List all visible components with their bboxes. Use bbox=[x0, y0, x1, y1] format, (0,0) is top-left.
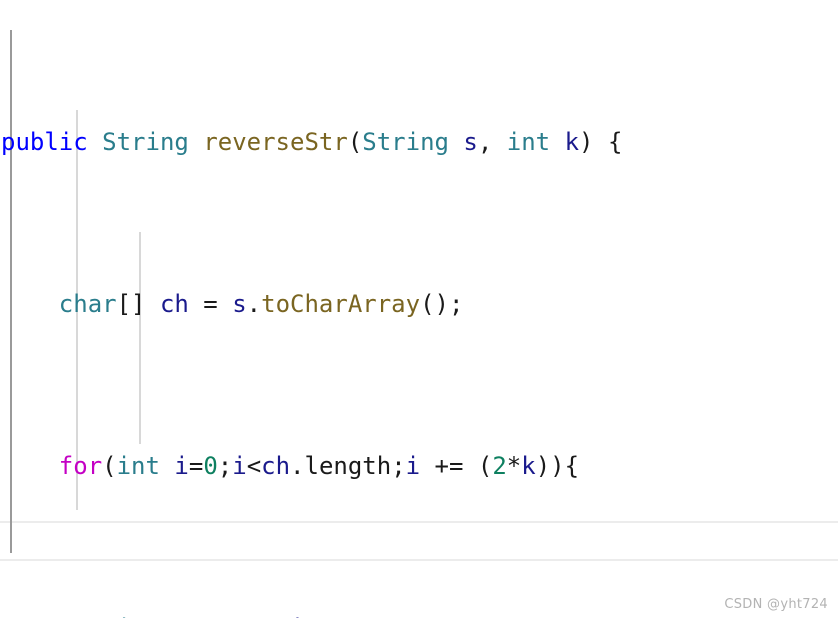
token-var-ch: ch bbox=[261, 451, 291, 480]
token-close-brace: )){ bbox=[535, 451, 580, 480]
token-var-i: i bbox=[405, 451, 421, 480]
token-var-ch: ch bbox=[159, 289, 189, 318]
token-var-s: s bbox=[232, 289, 247, 318]
token-var-i: i bbox=[232, 451, 247, 480]
token-type-int: int bbox=[506, 127, 551, 156]
token-assign: = bbox=[188, 289, 233, 318]
code-line-3[interactable]: for(int i=0;i<ch.length;i += (2*k)){ bbox=[0, 446, 838, 487]
token-type-int: int bbox=[117, 614, 160, 618]
code-editor-canvas: public String reverseStr(String s, int k… bbox=[0, 0, 838, 618]
code-line-2[interactable]: char[] ch = s.toCharArray(); bbox=[0, 284, 838, 325]
token-paren-open: ( bbox=[347, 127, 363, 156]
token-type-string-param: String bbox=[362, 127, 449, 156]
token-dot: . bbox=[246, 289, 262, 318]
token-type-int: int bbox=[116, 451, 160, 480]
token-var-i: i bbox=[174, 451, 189, 480]
token-var-s: s bbox=[463, 127, 478, 156]
code-line-1[interactable]: public String reverseStr(String s, int k… bbox=[0, 122, 838, 163]
token-assign: = bbox=[188, 451, 204, 480]
code-text-block[interactable]: public String reverseStr(String s, int k… bbox=[0, 0, 838, 618]
token-star: * bbox=[506, 451, 522, 480]
token-type-string: String bbox=[102, 127, 189, 156]
token-brackets: [] bbox=[116, 289, 160, 318]
token-keyword-for: for bbox=[58, 451, 103, 480]
token-var-k: k bbox=[521, 451, 536, 480]
token-parens-semicolon: (); bbox=[420, 289, 464, 318]
token-plus-assign: += ( bbox=[420, 451, 493, 480]
token-lt: < bbox=[246, 451, 262, 480]
token-keyword-public: public bbox=[1, 127, 88, 156]
token-field-length: .length; bbox=[290, 451, 406, 480]
token-number-0: 0 bbox=[203, 451, 218, 480]
token-var-start: start bbox=[174, 614, 246, 618]
token-assign: = bbox=[247, 614, 290, 618]
token-type-char: char bbox=[58, 289, 117, 318]
token-number-2: 2 bbox=[492, 451, 507, 480]
token-method-reversestr: reverseStr bbox=[203, 127, 348, 156]
token-semicolon: ; bbox=[304, 614, 318, 618]
token-method-tochararray: toCharArray bbox=[261, 289, 421, 318]
token-var-i: i bbox=[290, 614, 304, 618]
code-line-4[interactable]: int start = i; bbox=[0, 608, 838, 618]
csdn-watermark: CSDN @yht724 bbox=[724, 597, 828, 612]
token-paren-open: ( bbox=[102, 451, 117, 480]
token-semicolon: ; bbox=[217, 451, 233, 480]
token-var-k: k bbox=[564, 127, 580, 156]
token-brace-open: ) { bbox=[579, 127, 623, 156]
token-comma: , bbox=[477, 127, 507, 156]
